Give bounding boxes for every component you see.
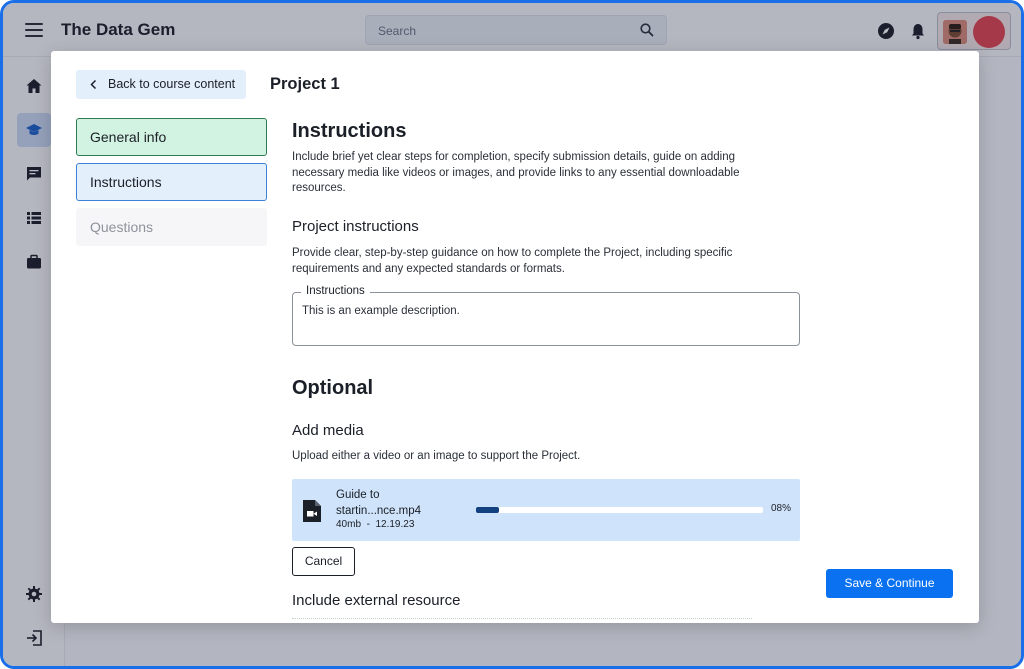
clipped-text (292, 618, 752, 622)
chevron-left-icon (90, 79, 97, 90)
instructions-field-label: Instructions (301, 285, 370, 297)
upload-file-date: 12.19.23 (375, 519, 415, 530)
upload-file-name: Guide to startin...nce.mp4 (336, 489, 422, 517)
instructions-description: Include brief yet clear steps for comple… (292, 151, 740, 194)
upload-file-meta: 40mb - 12.19.23 (336, 519, 415, 530)
upload-file-size: 40mb (336, 519, 362, 530)
external-resource-heading: Include external resource (292, 592, 461, 609)
optional-heading: Optional (292, 377, 374, 399)
back-button-label: Back to course content (108, 77, 236, 91)
cancel-upload-button[interactable]: Cancel (292, 547, 355, 576)
nav-item-instructions[interactable]: Instructions (76, 163, 267, 201)
project-instructions-heading: Project instructions (292, 218, 419, 235)
instructions-heading: Instructions (292, 120, 407, 142)
upload-progress-fill (476, 507, 499, 513)
project-instructions-description: Provide clear, step-by-step guidance on … (292, 247, 733, 275)
upload-progress-label: 08% (770, 503, 791, 514)
nav-item-general-info[interactable]: General info (76, 118, 267, 156)
add-media-heading: Add media (292, 422, 364, 439)
add-media-description: Upload either a video or an image to sup… (292, 450, 581, 462)
app-window: The Data Gem Search Back to course conte… (0, 0, 1024, 669)
instructions-field-value[interactable]: This is an example description. (302, 305, 460, 317)
back-to-course-button[interactable]: Back to course content (76, 70, 246, 99)
page-title: Project 1 (270, 75, 340, 93)
save-continue-button[interactable]: Save & Continue (826, 569, 953, 598)
nav-item-questions: Questions (76, 208, 267, 246)
project-modal: Back to course content Project 1 General… (51, 51, 979, 623)
video-file-icon (303, 500, 321, 522)
upload-item: Guide to startin...nce.mp4 40mb - 12.19.… (292, 479, 800, 541)
upload-progress-bar (476, 507, 763, 513)
instructions-field[interactable]: Instructions This is an example descript… (292, 285, 800, 346)
